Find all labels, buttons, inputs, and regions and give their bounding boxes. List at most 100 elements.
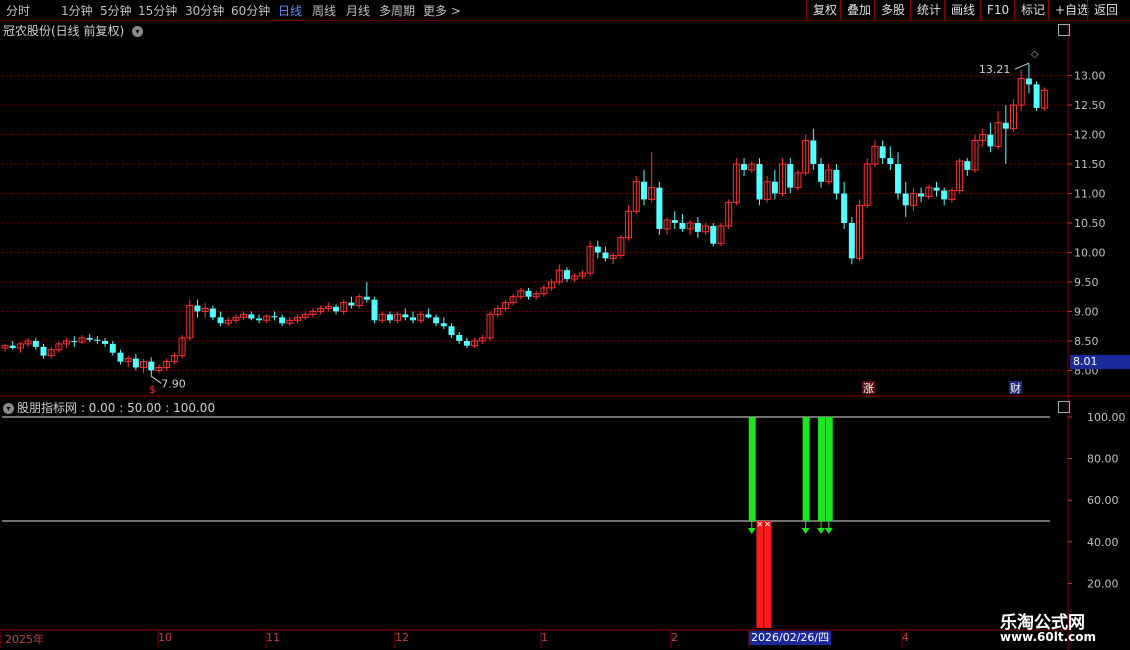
- y-tick-label: 8.50: [1074, 335, 1099, 348]
- candle-body: [602, 252, 609, 259]
- candle-body: [16, 343, 24, 349]
- candle-body: [871, 145, 879, 165]
- candle-body: [394, 313, 402, 321]
- candle-body: [32, 340, 39, 347]
- candle-body: [24, 340, 32, 345]
- candle-body: [378, 313, 386, 321]
- down-arrow-icon: [824, 528, 833, 534]
- kline-chart[interactable]: ✕ ✕ 13.00 12.50 12.00 11.50 11.00 10.50 10.00 9.…: [0, 0, 1130, 650]
- rights-adjust-button[interactable]: 复权: [806, 0, 843, 20]
- candle-body: [1017, 78, 1025, 106]
- candle-body: [301, 313, 309, 318]
- mark-button[interactable]: 标记: [1014, 0, 1051, 20]
- candle-body: [1033, 84, 1040, 109]
- candle-body: [9, 345, 16, 349]
- toolbar: 分时 1分钟 5分钟 15分钟 30分钟 60分钟 日线 周线 月线 多周期 更…: [0, 0, 1130, 21]
- candle-body: [933, 187, 940, 191]
- f10-button[interactable]: F10: [980, 0, 1015, 20]
- period-tab-monthly[interactable]: 月线: [346, 2, 370, 19]
- period-tab-5min[interactable]: 5分钟: [100, 2, 132, 19]
- candle-body: [725, 201, 733, 227]
- indicator-title: ▾ 股朋指标网 : 0.00 : 50.00 : 100.00: [3, 399, 215, 416]
- candle-body: [741, 164, 748, 170]
- candle-body: [710, 225, 717, 244]
- x-axis-label: 1: [541, 631, 548, 644]
- candle-body: [848, 223, 855, 259]
- current-price-tag: 8.01: [1070, 355, 1130, 369]
- candle-body: [109, 343, 116, 353]
- candle-body: [679, 223, 686, 229]
- event-marker-box: [862, 381, 875, 394]
- candle-body: [586, 246, 594, 274]
- sell-signal-bar: [818, 417, 826, 521]
- high-price-label: 13.21: [979, 63, 1011, 76]
- multi-stock-button[interactable]: 多股: [874, 0, 911, 20]
- candle-body: [794, 172, 802, 189]
- candle-body: [979, 134, 987, 141]
- period-tab-more[interactable]: 更多 >: [423, 2, 461, 19]
- candle-body: [671, 220, 678, 223]
- candle-body: [609, 254, 617, 259]
- candle-body: [425, 314, 432, 318]
- period-tab-1min[interactable]: 1分钟: [61, 2, 93, 19]
- candle-body: [63, 340, 71, 345]
- sell-signal-bar: [825, 417, 833, 521]
- period-tab-15min[interactable]: 15分钟: [138, 2, 177, 19]
- period-tab-weekly[interactable]: 周线: [312, 2, 336, 19]
- overlay-button[interactable]: 叠加: [840, 0, 877, 20]
- y-tick-label: 60.00: [1087, 494, 1119, 507]
- candle-body: [818, 164, 825, 182]
- candle-body: [833, 169, 840, 194]
- event-marker-box: [1009, 381, 1022, 394]
- period-tab-60min[interactable]: 60分钟: [231, 2, 270, 19]
- candle-body: [324, 306, 332, 310]
- statistics-button[interactable]: 统计: [910, 0, 947, 20]
- candle-body: [271, 316, 278, 318]
- period-tab-minute[interactable]: 分时: [6, 2, 30, 19]
- candle-body: [256, 318, 263, 321]
- y-tick-label: 100.00: [1087, 411, 1126, 424]
- candle-body: [186, 305, 194, 339]
- candle-body: [40, 346, 47, 356]
- candle-body: [1002, 122, 1009, 129]
- candle-body: [363, 296, 370, 300]
- event-marker-rise: 涨: [863, 382, 874, 395]
- candle-body: [702, 225, 710, 233]
- candle-body: [810, 140, 817, 165]
- candle-body: [617, 237, 625, 256]
- candle-body: [386, 314, 393, 321]
- panel-toggle-icon[interactable]: [1058, 401, 1070, 413]
- candle-body: [863, 163, 871, 206]
- candle-body: [694, 223, 701, 232]
- candle-body: [224, 319, 232, 324]
- candle-body: [86, 337, 93, 340]
- candle-body: [902, 193, 909, 206]
- candle-body: [163, 361, 171, 368]
- candle-body: [941, 190, 948, 200]
- candle-body: [656, 187, 663, 229]
- candle-body: [948, 190, 956, 200]
- panel-toggle-icon[interactable]: [1058, 24, 1070, 36]
- back-button[interactable]: 返回: [1087, 0, 1124, 20]
- candle-body: [594, 246, 601, 253]
- y-tick-label: 40.00: [1087, 536, 1119, 549]
- period-tab-30min[interactable]: 30分钟: [185, 2, 224, 19]
- draw-line-button[interactable]: 画线: [944, 0, 981, 20]
- candle-body: [763, 181, 771, 200]
- period-tab-daily[interactable]: 日线: [278, 2, 302, 19]
- low-pointer: [150, 375, 162, 384]
- candle-body: [248, 314, 255, 319]
- candle-body: [895, 164, 902, 194]
- y-tick-label: 20.00: [1087, 577, 1119, 590]
- candle-body: [717, 225, 725, 245]
- chevron-down-icon[interactable]: ▾: [132, 26, 144, 37]
- candle-body: [340, 302, 348, 312]
- period-tab-multi[interactable]: 多周期: [379, 2, 415, 19]
- candle-body: [779, 163, 787, 195]
- candle-body: [1040, 89, 1048, 109]
- candle-body: [209, 308, 216, 318]
- candle-body: [371, 299, 378, 321]
- chevron-down-icon[interactable]: ▾: [3, 403, 14, 414]
- diamond-icon: ◇: [1031, 49, 1039, 60]
- candle-body: [918, 193, 925, 197]
